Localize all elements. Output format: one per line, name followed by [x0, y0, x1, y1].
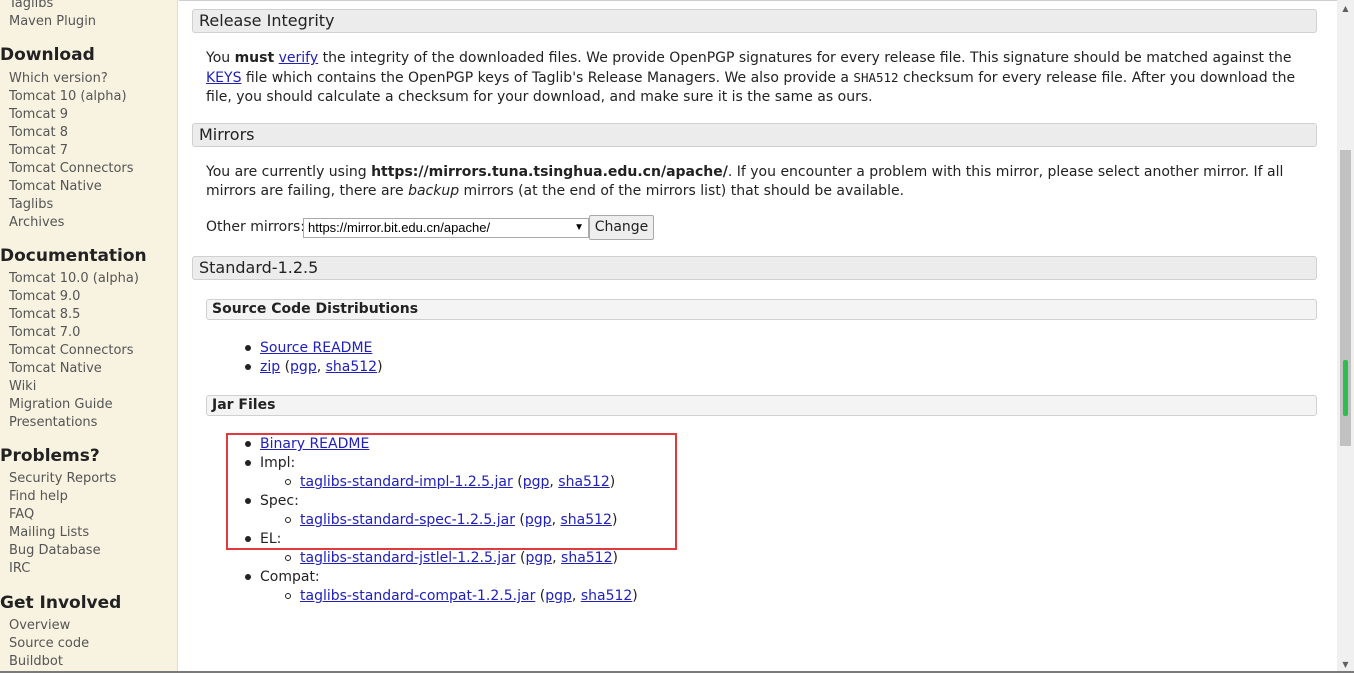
mirrors-header: Mirrors: [192, 123, 1317, 147]
sidebar-item-tomcat-connectors[interactable]: Tomcat Connectors: [9, 160, 134, 178]
change-mirror-button[interactable]: Change: [589, 215, 654, 240]
text-segment: mirrors (at the end of the mirrors list)…: [459, 183, 905, 199]
text-segment: the integrity of the downloaded files. W…: [318, 50, 1292, 66]
source-distributions-header: Source Code Distributions: [206, 299, 1317, 320]
text-segment: You: [206, 50, 235, 66]
text-segment: You are currently using: [206, 164, 372, 180]
sidebar-item-tomcat10[interactable]: Tomcat 10 (alpha): [9, 88, 127, 106]
sidebar-section-download: Download: [0, 45, 95, 65]
bullet-icon: [245, 345, 251, 351]
other-mirrors-label: Other mirrors:: [206, 219, 306, 235]
text-segment: (: [280, 359, 291, 375]
compat-pgp-link[interactable]: pgp: [545, 588, 572, 604]
zip-sha512-link[interactable]: sha512: [326, 359, 377, 375]
sidebar-item-overview[interactable]: Overview: [9, 617, 70, 635]
text-segment: ): [612, 550, 618, 566]
sidebar-item-doc-connectors[interactable]: Tomcat Connectors: [9, 342, 134, 360]
mirror-select-value: https://mirror.bit.edu.cn/apache/: [308, 220, 491, 235]
text-segment: (: [515, 550, 526, 566]
sidebar-item-presentations[interactable]: Presentations: [9, 414, 97, 432]
sidebar-item-faq[interactable]: FAQ: [9, 506, 34, 524]
jar-files-header: Jar Files: [206, 395, 1317, 416]
main-content: Release Integrity You must verify the in…: [179, 0, 1337, 673]
current-mirror: https://mirrors.tuna.tsinghua.edu.cn/apa…: [371, 164, 728, 180]
zip-row: zip (pgp, sha512): [260, 358, 383, 377]
emphasis-must: must: [234, 50, 275, 66]
sidebar-item-archives[interactable]: Archives: [9, 214, 64, 232]
sidebar-item-security-reports[interactable]: Security Reports: [9, 470, 116, 488]
circle-bullet-icon: [285, 555, 291, 561]
backup-emphasis: backup: [408, 183, 460, 199]
keys-link[interactable]: KEYS: [206, 70, 241, 86]
mirrors-text: You are currently using https://mirrors.…: [206, 163, 1316, 201]
vertical-scrollbar[interactable]: ▲ ▼: [1337, 0, 1354, 673]
sidebar-item-mailing-lists[interactable]: Mailing Lists: [9, 524, 89, 542]
sidebar-item-taglibs-download[interactable]: Taglibs: [9, 196, 53, 214]
circle-bullet-icon: [285, 593, 291, 599]
sidebar-item-tomcat9[interactable]: Tomcat 9: [9, 106, 68, 124]
text-segment: ,: [552, 550, 562, 566]
compat-label: Compat:: [260, 569, 320, 585]
sidebar-item-bug-database[interactable]: Bug Database: [9, 542, 101, 560]
bullet-icon: [245, 364, 251, 370]
jstlel-jar-link[interactable]: taglibs-standard-jstlel-1.2.5.jar: [300, 550, 516, 566]
top-divider: [179, 0, 1337, 4]
sidebar-item-source-code[interactable]: Source code: [9, 635, 89, 653]
sha512-code: SHA512: [853, 70, 899, 85]
source-readme-link[interactable]: Source README: [260, 340, 372, 356]
zip-link[interactable]: zip: [260, 359, 280, 375]
sidebar-section-get-involved: Get Involved: [0, 593, 122, 613]
sidebar-item-which-version[interactable]: Which version?: [9, 70, 108, 88]
mirror-select[interactable]: https://mirror.bit.edu.cn/apache/ ▼: [303, 218, 589, 238]
release-integrity-header: Release Integrity: [192, 9, 1317, 33]
sidebar-item-buildbot[interactable]: Buildbot: [9, 653, 63, 671]
sidebar-item-wiki[interactable]: Wiki: [9, 378, 36, 396]
compat-jar-link[interactable]: taglibs-standard-compat-1.2.5.jar: [300, 588, 535, 604]
dropdown-arrow-icon: ▼: [574, 222, 584, 233]
zip-pgp-link[interactable]: pgp: [290, 359, 317, 375]
source-readme-row: Source README: [260, 339, 372, 358]
sidebar-item-doc-native[interactable]: Tomcat Native: [9, 360, 102, 378]
compat-row: taglibs-standard-compat-1.2.5.jar (pgp, …: [300, 587, 638, 606]
text-segment: (: [535, 588, 546, 604]
jstlel-sha512-link[interactable]: sha512: [561, 550, 612, 566]
sidebar-item-doc-tomcat85[interactable]: Tomcat 8.5: [9, 306, 80, 324]
text-segment: file which contains the OpenPGP keys of …: [241, 70, 854, 86]
scroll-position-marker: [1343, 360, 1348, 416]
sidebar-item-taglibs[interactable]: Taglibs: [9, 0, 53, 13]
sidebar-section-documentation: Documentation: [0, 246, 147, 266]
text-segment: ,: [316, 359, 326, 375]
jstlel-pgp-link[interactable]: pgp: [525, 550, 552, 566]
sidebar-item-tomcat7[interactable]: Tomcat 7: [9, 142, 68, 160]
text-segment: ): [377, 359, 383, 375]
sidebar-item-find-help[interactable]: Find help: [9, 488, 68, 506]
sidebar-item-doc-tomcat7[interactable]: Tomcat 7.0: [9, 324, 80, 342]
sidebar-item-maven-plugin[interactable]: Maven Plugin: [9, 13, 96, 31]
sidebar-nav: Taglibs Maven Plugin Download Which vers…: [0, 0, 178, 673]
sidebar-item-doc-tomcat9[interactable]: Tomcat 9.0: [9, 288, 80, 306]
sidebar-item-doc-tomcat10[interactable]: Tomcat 10.0 (alpha): [9, 270, 139, 288]
release-integrity-text: You must verify the integrity of the dow…: [206, 49, 1316, 107]
standard-header: Standard-1.2.5: [192, 256, 1317, 280]
sidebar-item-tomcat-native[interactable]: Tomcat Native: [9, 178, 102, 196]
scroll-up-arrow-icon[interactable]: ▲: [1337, 0, 1354, 17]
verify-link[interactable]: verify: [279, 50, 319, 66]
text-segment: ): [632, 588, 638, 604]
sidebar-item-migration-guide[interactable]: Migration Guide: [9, 396, 113, 414]
bullet-icon: [245, 574, 251, 580]
sidebar-item-irc[interactable]: IRC: [9, 560, 30, 578]
sidebar-item-tomcat8[interactable]: Tomcat 8: [9, 124, 68, 142]
el-row: taglibs-standard-jstlel-1.2.5.jar (pgp, …: [300, 549, 618, 568]
sidebar-section-problems: Problems?: [0, 446, 100, 466]
highlight-annotation-box: [226, 433, 677, 550]
compat-sha512-link[interactable]: sha512: [581, 588, 632, 604]
text-segment: ,: [571, 588, 581, 604]
